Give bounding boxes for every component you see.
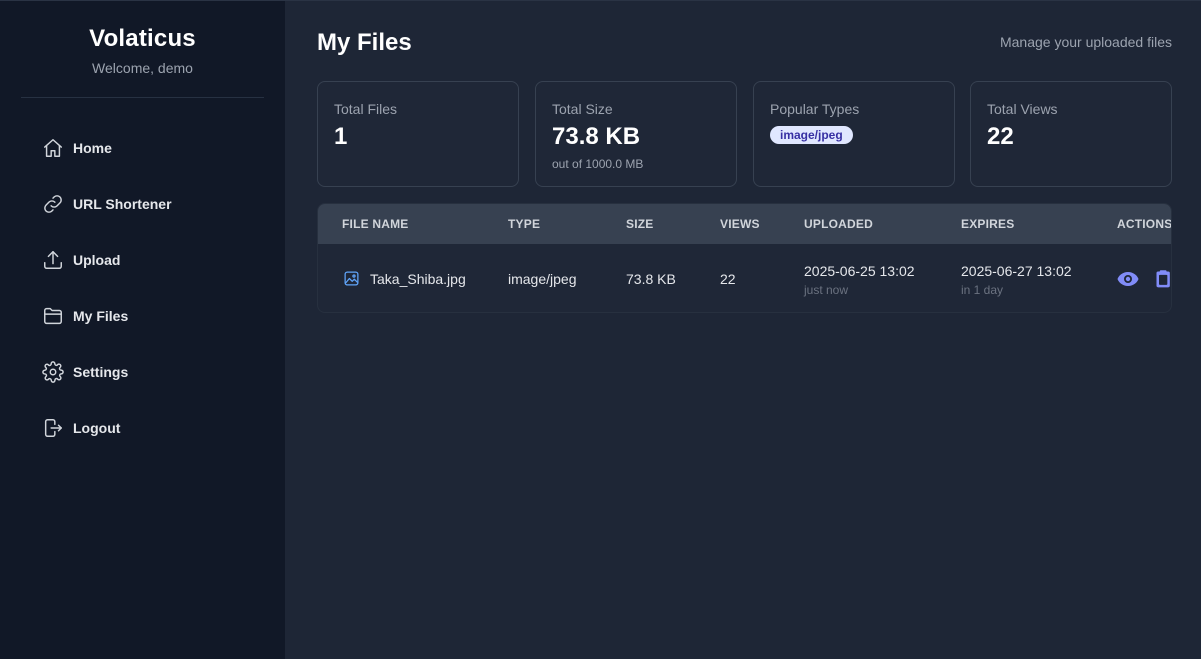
page-subtitle: Manage your uploaded files xyxy=(999,34,1172,50)
column-header-actions: ACTIONS xyxy=(1117,217,1172,231)
file-name[interactable]: Taka_Shiba.jpg xyxy=(370,271,466,287)
main-content: My Files Manage your uploaded files Tota… xyxy=(285,0,1201,659)
sidebar-item-url-shortener[interactable]: URL Shortener xyxy=(0,176,285,232)
file-size: 73.8 KB xyxy=(626,271,676,287)
column-header-type: TYPE xyxy=(508,217,541,231)
stat-card-total-files: Total Files 1 xyxy=(317,81,519,187)
stat-value: 1 xyxy=(334,123,348,150)
sidebar-item-label: Home xyxy=(73,140,112,156)
home-icon xyxy=(42,137,64,159)
uploaded-relative: just now xyxy=(804,283,849,297)
table-header: FILE NAME TYPE SIZE VIEWS UPLOADED EXPIR… xyxy=(318,204,1171,244)
link-icon xyxy=(42,193,64,215)
stat-value: 73.8 KB xyxy=(552,123,641,150)
app-title: Volaticus xyxy=(89,25,196,52)
sidebar-nav: Home URL Shortener Upload My Files Setti… xyxy=(0,120,285,456)
uploaded-date: 2025-06-25 13:02 xyxy=(804,263,915,279)
stat-card-popular-types: Popular Types image/jpeg xyxy=(753,81,955,187)
uploaded-cell: 2025-06-25 13:02 just now xyxy=(804,263,915,297)
sidebar-item-label: Settings xyxy=(73,364,129,380)
stat-label: Total Files xyxy=(334,101,398,117)
stat-card-total-views: Total Views 22 xyxy=(970,81,1172,187)
sidebar-item-upload[interactable]: Upload xyxy=(0,232,285,288)
sidebar: Volaticus Welcome, demo Home URL Shorten… xyxy=(0,0,285,659)
sidebar-item-label: URL Shortener xyxy=(73,196,172,212)
column-header-file-name: FILE NAME xyxy=(342,217,409,231)
image-file-icon xyxy=(343,270,360,287)
sidebar-item-label: Upload xyxy=(73,252,121,268)
stat-label: Popular Types xyxy=(770,101,860,117)
stat-label: Total Views xyxy=(987,101,1058,117)
sidebar-item-home[interactable]: Home xyxy=(0,120,285,176)
stats-cards: Total Files 1 Total Size 73.8 KB out of … xyxy=(317,81,1172,187)
file-type: image/jpeg xyxy=(508,271,577,287)
expires-cell: 2025-06-27 13:02 in 1 day xyxy=(961,263,1072,297)
sidebar-item-label: Logout xyxy=(73,420,121,436)
column-header-expires: EXPIRES xyxy=(961,217,1015,231)
stat-card-total-size: Total Size 73.8 KB out of 1000.0 MB xyxy=(535,81,737,187)
table-row: Taka_Shiba.jpg image/jpeg 73.8 KB 22 202… xyxy=(318,244,1171,312)
sidebar-item-settings[interactable]: Settings xyxy=(0,344,285,400)
stat-note: out of 1000.0 MB xyxy=(552,157,644,171)
column-header-uploaded: UPLOADED xyxy=(804,217,873,231)
expires-date: 2025-06-27 13:02 xyxy=(961,263,1072,279)
expires-relative: in 1 day xyxy=(961,283,1004,297)
welcome-text: Welcome, demo xyxy=(92,60,193,76)
files-table: FILE NAME TYPE SIZE VIEWS UPLOADED EXPIR… xyxy=(317,203,1172,313)
column-header-views: VIEWS xyxy=(720,217,760,231)
file-views: 22 xyxy=(720,271,736,287)
stat-label: Total Size xyxy=(552,101,613,117)
sidebar-item-logout[interactable]: Logout xyxy=(0,400,285,456)
gear-icon xyxy=(42,361,64,383)
sidebar-item-label: My Files xyxy=(73,308,129,324)
brand: Volaticus Welcome, demo xyxy=(0,1,285,76)
column-header-size: SIZE xyxy=(626,217,654,231)
type-badge: image/jpeg xyxy=(770,126,853,144)
clipboard-icon[interactable] xyxy=(1154,267,1171,296)
page-title: My Files xyxy=(317,29,412,56)
logout-icon xyxy=(42,417,64,439)
folder-icon xyxy=(42,305,64,327)
upload-icon xyxy=(42,249,64,271)
sidebar-item-my-files[interactable]: My Files xyxy=(0,288,285,344)
sidebar-divider xyxy=(21,97,264,98)
stat-value: 22 xyxy=(987,123,1014,150)
eye-icon[interactable] xyxy=(1116,267,1140,296)
